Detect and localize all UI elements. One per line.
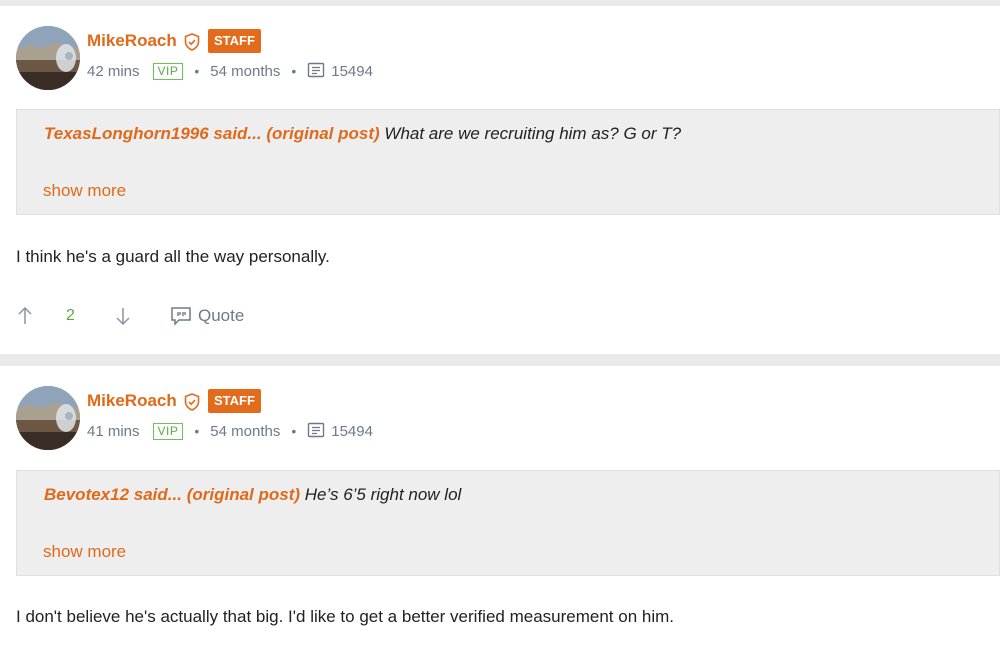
- post-meta: 42 mins VIP • 54 months • 15494: [87, 61, 373, 81]
- original-post-link[interactable]: original post: [192, 485, 294, 504]
- separator-dot: •: [194, 63, 200, 79]
- arrow-down-icon[interactable]: [114, 306, 132, 326]
- username[interactable]: MikeRoach: [87, 31, 177, 51]
- shield-check-icon: [184, 393, 200, 411]
- original-post-link[interactable]: original post: [272, 124, 374, 143]
- comment-body: I don't believe he's actually that big. …: [16, 607, 674, 626]
- staff-badge: STAFF: [208, 29, 261, 53]
- quote-label: Quote: [198, 306, 245, 325]
- message-icon: [308, 422, 325, 438]
- shield-check-icon: [184, 33, 200, 51]
- quoted-post: Bevotex12 said... (original post) He’s 6…: [16, 470, 1000, 576]
- quote-bubble-icon: [171, 307, 191, 326]
- separator-dot: •: [291, 63, 297, 79]
- post-count: 15494: [331, 62, 373, 80]
- show-more-link[interactable]: show more: [43, 542, 126, 562]
- member-tenure: 54 months: [210, 62, 281, 80]
- quote-text: Bevotex12 said... (original post) He’s 6…: [44, 485, 461, 505]
- staff-badge: STAFF: [208, 389, 261, 413]
- post-meta: 41 mins VIP • 54 months • 15494: [87, 421, 373, 441]
- comment-card: MikeRoach STAFF 41 mins VIP • 54 months …: [0, 366, 1000, 646]
- post-time: 42 mins: [87, 62, 140, 80]
- message-icon: [308, 62, 325, 78]
- username[interactable]: MikeRoach: [87, 391, 177, 411]
- show-more-link[interactable]: show more: [43, 181, 126, 201]
- comment-actions: 2 Quote: [16, 305, 316, 329]
- comment-body: I think he's a guard all the way persona…: [16, 247, 330, 266]
- comment-card: MikeRoach STAFF 42 mins VIP • 54 months …: [0, 6, 1000, 354]
- avatar[interactable]: [16, 26, 80, 90]
- vip-badge: VIP: [152, 62, 184, 80]
- post-time: 41 mins: [87, 422, 140, 440]
- separator-dot: •: [291, 423, 297, 439]
- quote-body: He’s 6’5 right now lol: [300, 485, 462, 504]
- quote-body: What are we recruiting him as? G or T?: [379, 124, 682, 143]
- avatar[interactable]: [16, 386, 80, 450]
- quote-author[interactable]: Bevotex12 said...: [44, 485, 182, 504]
- quoted-post: TexasLonghorn1996 said... (original post…: [16, 109, 1000, 215]
- quote-author[interactable]: TexasLonghorn1996 said...: [44, 124, 262, 143]
- quote-text: TexasLonghorn1996 said... (original post…: [44, 124, 681, 144]
- vote-count: 2: [66, 307, 75, 324]
- vip-badge: VIP: [152, 422, 184, 440]
- post-count: 15494: [331, 422, 373, 440]
- member-tenure: 54 months: [210, 422, 281, 440]
- comment-feed: MikeRoach STAFF 42 mins VIP • 54 months …: [0, 0, 1000, 646]
- separator-dot: •: [194, 423, 200, 439]
- quote-button[interactable]: Quote: [170, 305, 244, 327]
- arrow-up-icon[interactable]: [16, 306, 34, 326]
